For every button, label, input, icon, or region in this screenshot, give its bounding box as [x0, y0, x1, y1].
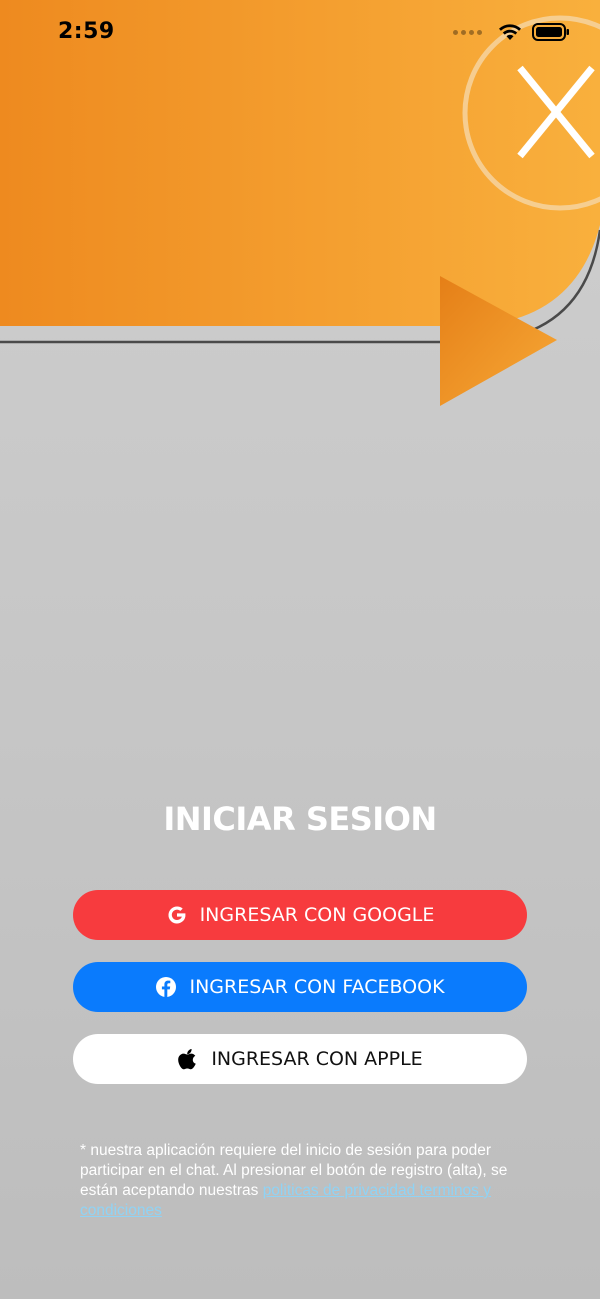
- login-title: INICIAR SESION: [163, 800, 437, 838]
- wifi-icon: [499, 24, 521, 40]
- apple-icon: [177, 1048, 199, 1070]
- status-time: 2:59: [58, 19, 115, 44]
- battery-icon: [532, 23, 569, 41]
- facebook-login-button[interactable]: INGRESAR CON FACEBOOK: [73, 962, 527, 1012]
- signal-dots-icon: [453, 29, 482, 35]
- status-bar: 2:59: [0, 0, 600, 66]
- google-login-label: INGRESAR CON GOOGLE: [199, 904, 435, 926]
- facebook-icon: [155, 976, 177, 998]
- apple-login-label: INGRESAR CON APPLE: [211, 1048, 423, 1070]
- google-login-button[interactable]: INGRESAR CON GOOGLE: [73, 890, 527, 940]
- apple-login-button[interactable]: INGRESAR CON APPLE: [73, 1034, 527, 1084]
- status-icons: [453, 22, 570, 42]
- facebook-login-label: INGRESAR CON FACEBOOK: [189, 976, 445, 998]
- disclaimer-text: * nuestra aplicación requiere del inicio…: [80, 1141, 525, 1221]
- google-icon: [166, 904, 188, 926]
